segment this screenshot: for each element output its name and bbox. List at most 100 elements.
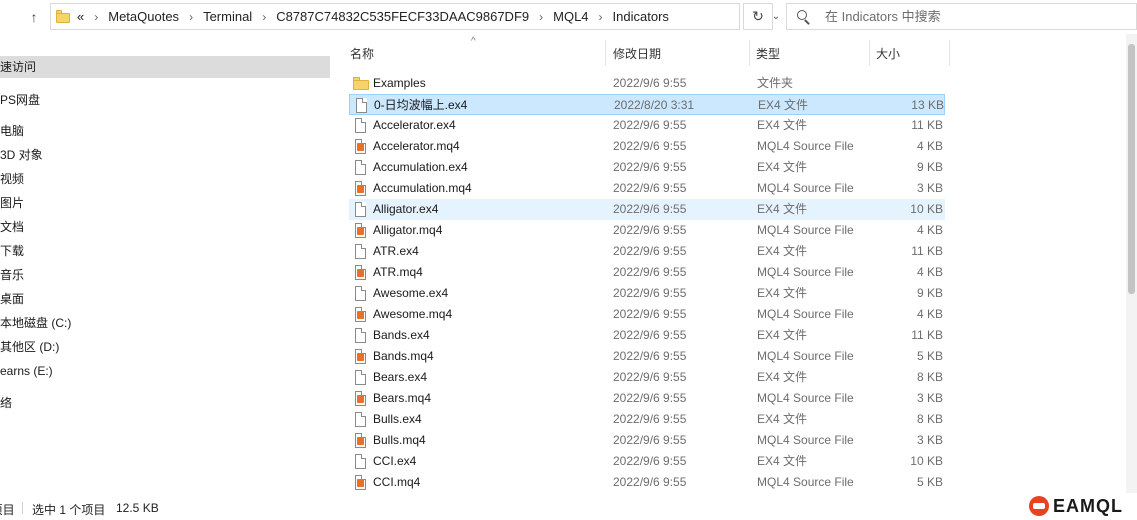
breadcrumb-metaquotes[interactable]: MetaQuotes xyxy=(108,4,179,30)
file-row[interactable]: Alligator.ex4 2022/9/6 9:55 EX4 文件 10 KB xyxy=(349,199,945,220)
file-type: EX4 文件 xyxy=(757,370,808,384)
file-name: Awesome.mq4 xyxy=(373,307,453,321)
file-name: Accumulation.mq4 xyxy=(373,181,472,195)
file-type: MQL4 Source File xyxy=(757,391,854,405)
file-date: 2022/9/6 9:55 xyxy=(613,202,687,216)
file-date: 2022/9/6 9:55 xyxy=(613,454,687,468)
file-row[interactable]: Bears.ex4 2022/9/6 9:55 EX4 文件 8 KB xyxy=(349,367,945,388)
file-date: 2022/9/6 9:55 xyxy=(613,223,687,237)
file-row[interactable]: Bands.ex4 2022/9/6 9:55 EX4 文件 11 KB xyxy=(349,325,945,346)
file-row[interactable]: Examples 2022/9/6 9:55 文件夹 xyxy=(349,73,945,94)
file-size: 5 KB xyxy=(916,349,943,363)
file-name: Bears.ex4 xyxy=(373,370,428,384)
mq4-file-icon xyxy=(355,223,367,238)
file-date: 2022/9/6 9:55 xyxy=(613,244,687,258)
file-size: 11 KB xyxy=(911,244,943,258)
mq4-file-icon xyxy=(355,181,367,196)
file-name: CCI.ex4 xyxy=(373,454,417,468)
search-placeholder: 在 Indicators 中搜索 xyxy=(825,9,941,24)
chevron-right-icon: › xyxy=(94,10,99,24)
breadcrumb-indicators[interactable]: Indicators xyxy=(613,4,669,30)
file-type: MQL4 Source File xyxy=(757,475,854,489)
address-row: ↑ « › MetaQuotes › Terminal › C8787C74832C535F… xyxy=(0,0,1137,34)
file-size: 3 KB xyxy=(916,181,943,195)
file-size: 9 KB xyxy=(916,160,943,174)
column-header-size[interactable]: 大小 xyxy=(876,44,900,64)
file-icon xyxy=(355,454,367,469)
file-row[interactable]: Accelerator.ex4 2022/9/6 9:55 EX4 文件 11 KB xyxy=(349,115,945,136)
file-date: 2022/9/6 9:55 xyxy=(613,307,687,321)
file-size: 4 KB xyxy=(916,223,943,237)
file-row[interactable]: Accumulation.ex4 2022/9/6 9:55 EX4 文件 9 KB xyxy=(349,157,945,178)
nav-item-quick-access[interactable]: 速访问 xyxy=(0,56,330,78)
breadcrumb-terminal[interactable]: Terminal xyxy=(203,4,252,30)
column-divider[interactable] xyxy=(869,40,870,66)
file-row[interactable]: Accumulation.mq4 2022/9/6 9:55 MQL4 Source… xyxy=(349,178,945,199)
file-date: 2022/9/6 9:55 xyxy=(613,349,687,363)
file-date: 2022/8/20 3:31 xyxy=(614,98,695,112)
file-row[interactable]: Bears.mq4 2022/9/6 9:55 MQL4 Source File 3 … xyxy=(349,388,945,409)
file-row[interactable]: Bulls.mq4 2022/9/6 9:55 MQL4 Source File 3 … xyxy=(349,430,945,451)
file-name: CCI.mq4 xyxy=(373,475,421,489)
address-bar[interactable]: « › MetaQuotes › Terminal › C8787C74832C535FEC… xyxy=(50,3,780,30)
file-type: EX4 文件 xyxy=(757,328,808,342)
column-divider[interactable] xyxy=(949,40,950,66)
file-row[interactable]: Bulls.ex4 2022/9/6 9:55 EX4 文件 8 KB xyxy=(349,409,945,430)
chevron-right-icon: › xyxy=(189,10,194,24)
file-date: 2022/9/6 9:55 xyxy=(613,160,687,174)
chevron-right-icon: › xyxy=(262,10,267,24)
file-size: 11 KB xyxy=(911,118,943,132)
file-name: Bears.mq4 xyxy=(373,391,432,405)
file-size xyxy=(877,73,943,94)
chevron-right-icon: › xyxy=(598,10,603,24)
file-date: 2022/9/6 9:55 xyxy=(613,412,687,426)
mq4-file-icon xyxy=(355,139,367,154)
column-header-name[interactable]: 名称 xyxy=(350,44,374,64)
file-name: ATR.mq4 xyxy=(373,265,423,279)
file-size: 5 KB xyxy=(916,475,943,489)
file-row[interactable]: 0-日均波幅上.ex4 2022/8/20 3:31 EX4 文件 13 KB xyxy=(349,94,945,115)
eamql-logo: EAMQL xyxy=(1027,493,1137,520)
file-row[interactable]: Awesome.ex4 2022/9/6 9:55 EX4 文件 9 KB xyxy=(349,283,945,304)
column-header-date[interactable]: 修改日期 xyxy=(613,44,661,64)
file-icon xyxy=(355,328,367,343)
file-name: Accumulation.ex4 xyxy=(373,160,468,174)
search-icon xyxy=(797,10,811,25)
breadcrumb-terminal-id[interactable]: C8787C74832C535FECF33DAAC9867DF9 xyxy=(276,4,529,30)
file-type: EX4 文件 xyxy=(757,244,808,258)
file-row[interactable]: ATR.ex4 2022/9/6 9:55 EX4 文件 11 KB xyxy=(349,241,945,262)
file-date: 2022/9/6 9:55 xyxy=(613,139,687,153)
column-header-type[interactable]: 类型 xyxy=(756,44,780,64)
breadcrumb-overflow[interactable]: « xyxy=(77,4,84,30)
file-type: MQL4 Source File xyxy=(757,139,854,153)
file-name: Examples xyxy=(373,76,426,90)
up-arrow-icon[interactable]: ↑ xyxy=(27,9,41,25)
file-row[interactable]: Bands.mq4 2022/9/6 9:55 MQL4 Source File 5 … xyxy=(349,346,945,367)
vertical-scrollbar[interactable] xyxy=(1126,34,1137,496)
scrollbar-thumb[interactable] xyxy=(1128,44,1135,294)
mq4-file-icon xyxy=(355,433,367,448)
file-icon xyxy=(355,244,367,259)
file-size: 8 KB xyxy=(916,412,943,426)
file-list: ^ 名称 修改日期 类型 大小 Examples 2022/9/6 9:55 文件夹… xyxy=(335,34,1125,511)
refresh-button[interactable]: ↻ xyxy=(743,3,773,30)
file-date: 2022/9/6 9:55 xyxy=(613,181,687,195)
logo-text: EAMQL xyxy=(1053,496,1123,516)
file-row[interactable]: Alligator.mq4 2022/9/6 9:55 MQL4 Source Fi… xyxy=(349,220,945,241)
breadcrumb-mql4[interactable]: MQL4 xyxy=(553,4,588,30)
file-icon xyxy=(355,286,367,301)
file-row[interactable]: CCI.mq4 2022/9/6 9:55 MQL4 Source File 5 KB xyxy=(349,472,945,493)
file-type: EX4 文件 xyxy=(757,412,808,426)
file-size: 3 KB xyxy=(916,391,943,405)
status-size: 12.5 KB xyxy=(116,501,159,515)
file-name: Bands.ex4 xyxy=(373,328,430,342)
file-row[interactable]: Awesome.mq4 2022/9/6 9:55 MQL4 Source File… xyxy=(349,304,945,325)
file-row[interactable]: ATR.mq4 2022/9/6 9:55 MQL4 Source File 4 KB xyxy=(349,262,945,283)
search-input[interactable]: 在 Indicators 中搜索 xyxy=(786,3,1137,30)
file-date: 2022/9/6 9:55 xyxy=(613,265,687,279)
column-divider[interactable] xyxy=(605,40,606,66)
file-row[interactable]: CCI.ex4 2022/9/6 9:55 EX4 文件 10 KB xyxy=(349,451,945,472)
file-row[interactable]: Accelerator.mq4 2022/9/6 9:55 MQL4 Source … xyxy=(349,136,945,157)
column-divider[interactable] xyxy=(749,40,750,66)
file-size: 9 KB xyxy=(916,286,943,300)
